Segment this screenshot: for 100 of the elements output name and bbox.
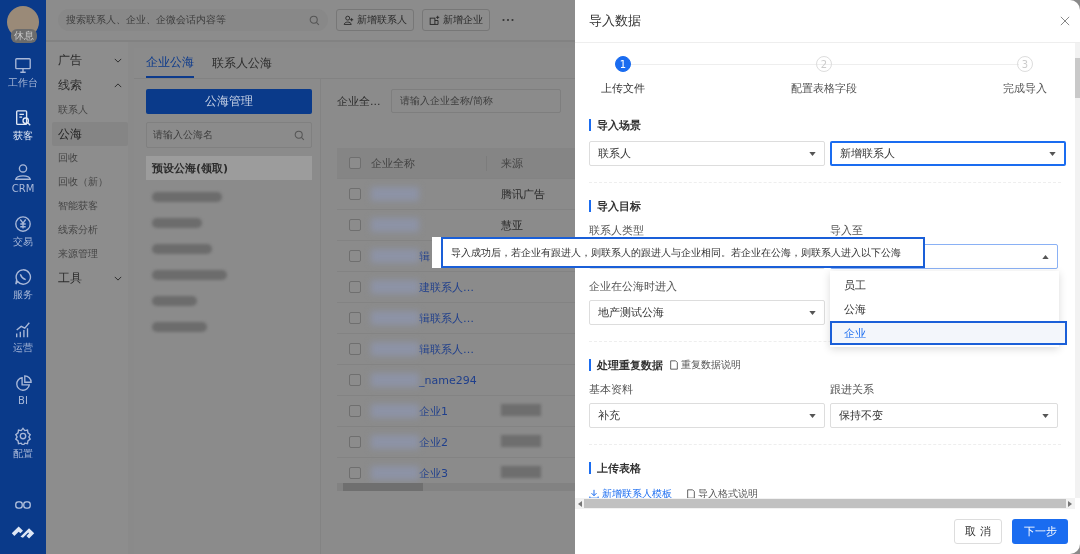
filter-field[interactable]: 请输入企业全称/简称 xyxy=(390,89,561,113)
table-cell[interactable]: _name294 xyxy=(419,373,477,387)
redaction-blur xyxy=(371,435,419,449)
pool-search-field[interactable]: 请输入公海名 xyxy=(146,122,312,148)
pool-item[interactable]: 预设公海(领取) xyxy=(146,156,312,180)
redaction-blur xyxy=(371,342,419,356)
rail-item[interactable]: 服务 xyxy=(0,258,46,311)
document-search-icon xyxy=(14,108,32,127)
download-link[interactable]: 新增联系人模板 xyxy=(589,487,672,498)
section-title: 处理重复数据 xyxy=(597,357,663,373)
menu-group[interactable]: 广告 xyxy=(52,48,128,73)
checkbox[interactable] xyxy=(349,281,361,293)
table-cell[interactable]: 企业3 xyxy=(419,465,448,481)
redaction-blur xyxy=(371,249,419,263)
checkbox[interactable] xyxy=(349,405,361,417)
next-button[interactable]: 下一步 xyxy=(1012,519,1068,544)
step-label: 上传文件 xyxy=(601,81,645,96)
table-cell[interactable]: 辑 xyxy=(419,248,430,264)
dropdown-option[interactable]: 企业 xyxy=(830,321,1067,345)
rail-item[interactable]: 配置 xyxy=(0,417,46,470)
menu-item[interactable]: 回收 xyxy=(52,146,128,170)
menu-group[interactable]: 工具 xyxy=(52,266,128,291)
redaction-blur xyxy=(152,218,202,228)
field-label: 跟进关系 xyxy=(830,382,875,397)
help-link[interactable]: 重复数据说明 xyxy=(669,358,741,372)
field-label: 导入至 xyxy=(830,223,864,238)
rail-item[interactable]: BI xyxy=(0,364,46,417)
rail-item[interactable]: 工作台 xyxy=(0,46,46,99)
section-title: 上传表格 xyxy=(597,460,641,476)
rail-item[interactable]: 运营 xyxy=(0,311,46,364)
select-field[interactable]: 保持不变 xyxy=(830,403,1058,428)
caret-icon xyxy=(1049,151,1056,156)
arrow-right-icon[interactable] xyxy=(1068,500,1072,507)
table-cell[interactable]: 企业2 xyxy=(419,434,448,450)
search-icon xyxy=(294,129,305,141)
redaction-blur xyxy=(371,280,419,294)
step-number: 1 xyxy=(615,56,631,72)
checkbox[interactable] xyxy=(349,467,361,479)
table-cell[interactable]: 建联系人… xyxy=(419,279,474,295)
menu-item[interactable]: 回收（新） xyxy=(52,170,128,194)
horizontal-scrollbar[interactable] xyxy=(575,498,1075,509)
table-cell[interactable]: 企业1 xyxy=(419,403,448,419)
checkbox[interactable] xyxy=(349,157,361,169)
checkbox[interactable] xyxy=(349,436,361,448)
tab[interactable]: 联系人公海 xyxy=(212,48,272,78)
checkbox[interactable] xyxy=(349,219,361,231)
loop-icon[interactable] xyxy=(15,501,31,509)
cancel-button[interactable]: 取 消 xyxy=(954,519,1002,544)
rail-item[interactable]: CRM xyxy=(0,152,46,205)
close-icon[interactable] xyxy=(1060,16,1070,26)
arrow-left-icon[interactable] xyxy=(578,500,582,507)
table-cell[interactable]: 辑联系人… xyxy=(419,341,474,357)
document-icon xyxy=(669,360,679,370)
caret-icon xyxy=(809,310,816,315)
menu-item[interactable]: 来源管理 xyxy=(52,242,128,266)
redaction-blur xyxy=(152,296,197,306)
table-cell[interactable]: 辑联系人… xyxy=(419,310,474,326)
dropdown-option[interactable]: 公海 xyxy=(830,297,1059,321)
checkbox[interactable] xyxy=(349,188,361,200)
menu-item[interactable]: 线索分析 xyxy=(52,218,128,242)
checkbox[interactable] xyxy=(349,250,361,262)
select-field[interactable]: 补充 xyxy=(589,403,825,428)
person-icon xyxy=(14,163,32,181)
checkbox[interactable] xyxy=(349,374,361,386)
checkbox[interactable] xyxy=(349,312,361,324)
caret-icon xyxy=(809,151,816,156)
horizontal-scrollbar[interactable] xyxy=(337,483,575,491)
pie-chart-icon xyxy=(14,375,32,393)
checkbox[interactable] xyxy=(349,343,361,355)
redaction-blur xyxy=(371,218,419,232)
dropdown-option[interactable]: 员工 xyxy=(830,273,1059,297)
select-field[interactable]: 新增联系人 xyxy=(830,141,1066,166)
step-label: 配置表格字段 xyxy=(791,81,857,96)
add-person-icon xyxy=(343,14,354,26)
vertical-scrollbar[interactable] xyxy=(1075,43,1080,498)
section-title: 导入场景 xyxy=(597,117,641,133)
chevron-down-icon xyxy=(114,58,122,63)
phone-icon xyxy=(14,267,32,286)
redaction-blur xyxy=(152,322,207,332)
filter-label: 企业全... xyxy=(337,93,381,109)
rail-item[interactable]: 获客 xyxy=(0,99,46,152)
bar-chart-icon xyxy=(14,320,32,339)
menu-group[interactable]: 线索 xyxy=(52,73,128,98)
search-field[interactable]: 搜索联系人、企业、企微会话内容等 xyxy=(58,9,328,31)
toolbar-button[interactable]: 新增企业 xyxy=(422,9,490,31)
select-field[interactable]: 联系人 xyxy=(589,141,825,166)
more-icon[interactable] xyxy=(502,18,514,22)
caret-icon xyxy=(1042,413,1049,418)
menu-item[interactable]: 公海 xyxy=(52,122,128,146)
toolbar-button[interactable]: 新增联系人 xyxy=(336,9,414,31)
tab[interactable]: 企业公海 xyxy=(146,48,194,78)
menu-item[interactable]: 联系人 xyxy=(52,98,128,122)
rail-item[interactable]: 交易 xyxy=(0,205,46,258)
menu-item[interactable]: 智能获客 xyxy=(52,194,128,218)
redaction-blur xyxy=(371,373,419,387)
field-label: 企业在公海时进入 xyxy=(589,279,678,294)
pool-manage-button[interactable]: 公海管理 xyxy=(146,89,312,114)
select-field[interactable]: 地产测试公海 xyxy=(589,300,825,325)
document-icon xyxy=(686,489,696,498)
help-link[interactable]: 导入格式说明 xyxy=(686,487,758,498)
